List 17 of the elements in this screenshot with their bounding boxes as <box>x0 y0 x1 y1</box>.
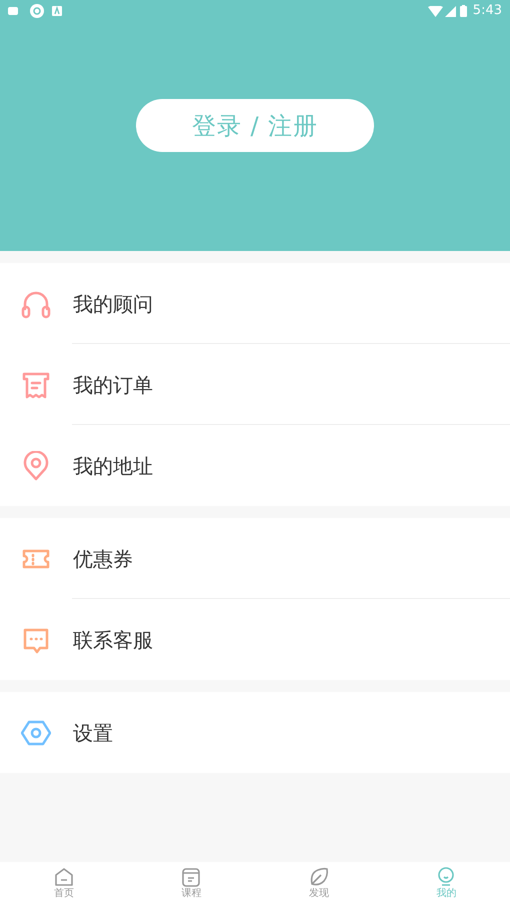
menu-item[interactable]: 设置 <box>0 692 510 773</box>
signal-icon <box>444 6 456 16</box>
menu-item[interactable]: 我的订单 <box>0 344 510 425</box>
notification-icon <box>8 7 18 15</box>
menu-item[interactable]: 我的顾问 <box>0 263 510 344</box>
battery-icon <box>460 5 467 17</box>
book-icon <box>181 866 202 886</box>
menu-item[interactable]: 优惠券 <box>0 518 510 599</box>
menu-item[interactable]: 联系客服 <box>0 599 510 680</box>
status-time: 5:43 <box>472 2 502 20</box>
circle-badge-icon <box>30 4 44 18</box>
lightbulb-icon <box>436 866 456 886</box>
wifi-icon <box>428 6 443 16</box>
menu-item[interactable]: 我的地址 <box>0 425 510 506</box>
notification-icon <box>52 6 62 16</box>
home-icon <box>54 866 74 886</box>
leaf-icon <box>308 866 329 886</box>
